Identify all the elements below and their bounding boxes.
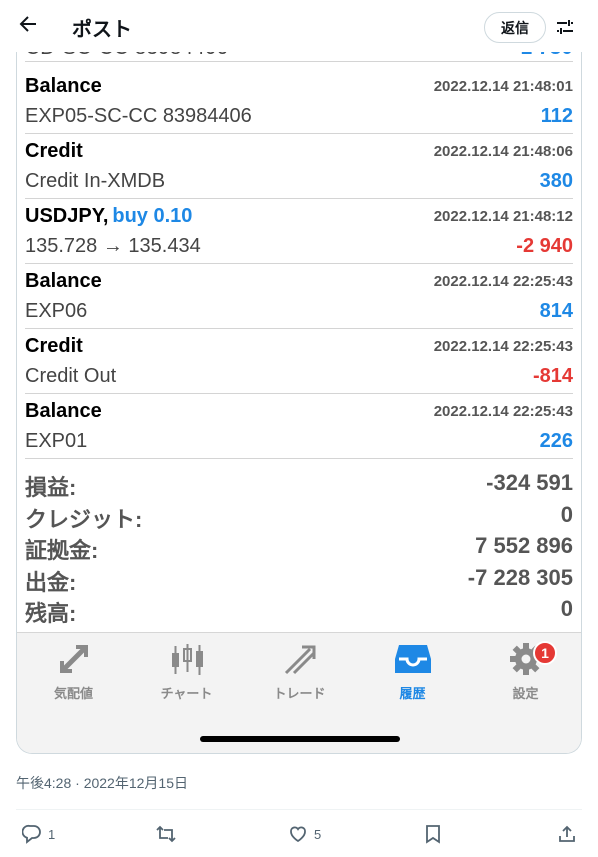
post-header: ポスト 返信 — [0, 0, 598, 52]
share-icon — [559, 825, 575, 842]
transaction-description: EXP06 — [25, 300, 88, 322]
transaction-row[interactable]: USDJPY, buy 0.10 2022.12.14 21:48:12 135.72… — [25, 199, 573, 264]
transaction-row[interactable]: Balance 2022.12.14 22:25:43 EXP01 226 — [25, 394, 573, 459]
transaction-amount: 380 — [539, 170, 573, 192]
adjust-icon[interactable] — [554, 16, 576, 38]
transaction-type-label: Balance — [25, 270, 102, 292]
tab-label: チャート — [160, 686, 213, 701]
share-action[interactable] — [557, 822, 577, 846]
transaction-timestamp: 2022.12.14 21:48:12 — [433, 208, 573, 225]
repost-action[interactable] — [155, 822, 177, 846]
transaction-description: 135.728 → 135.434 — [25, 235, 201, 257]
tab-label: 設定 — [512, 686, 539, 701]
summary-value: -7 228 305 — [467, 564, 573, 590]
tab-label: 履歴 — [399, 686, 426, 701]
order-detail: buy 0.10 — [112, 205, 193, 227]
tab-quotes[interactable]: 気配値 — [17, 641, 130, 701]
transaction-type: Balance — [25, 270, 102, 293]
settings-icon — [469, 641, 581, 677]
transaction-row[interactable]: Credit 2022.12.14 21:48:06 Credit In-XMDB 3… — [25, 134, 573, 199]
reply-action[interactable]: 1 — [22, 822, 55, 846]
summary-value: 7 552 896 — [475, 533, 573, 558]
summary-row: 証拠金: 7 552 896 — [25, 530, 573, 563]
transaction-type-label: USDJPY, — [25, 205, 109, 227]
back-arrow-icon[interactable] — [16, 12, 40, 36]
transaction-timestamp: 2022.12.14 21:48:06 — [433, 143, 573, 160]
transaction-amount: -2 940 — [516, 235, 573, 257]
transaction-description: EXP05-SC-CC 83984406 — [25, 105, 252, 127]
transaction-row[interactable]: Balance 2022.12.14 21:48:01 EXP05-SC-CC 83… — [25, 69, 573, 134]
transaction-description: EXP01 — [25, 430, 88, 452]
transaction-timestamp: 2022.12.14 22:25:43 — [433, 273, 573, 290]
transaction-row[interactable]: Credit 2022.12.14 22:25:43 Credit Out -814 — [25, 329, 573, 394]
tab-label: トレード — [273, 686, 326, 701]
tab-settings[interactable]: 設定 1 — [469, 641, 581, 701]
transaction-description: Credit In-XMDB — [25, 170, 166, 192]
summary-value: -324 591 — [486, 470, 573, 495]
post-timestamp[interactable]: 午後4:28 · 2022年12月15日 — [16, 773, 188, 793]
summary-label: 証拠金: — [25, 538, 99, 563]
tab-trade[interactable]: トレード — [243, 641, 356, 701]
summary-label: 残高: — [25, 601, 77, 626]
home-indicator — [200, 736, 400, 742]
reply-count: 1 — [48, 826, 56, 842]
transaction-type: USDJPY, buy 0.10 — [25, 205, 192, 228]
summary-value: 0 — [560, 501, 573, 527]
attached-screenshot[interactable]: CD-SC-CC 83984406 1 780 Balance2022.12.1… — [16, 0, 582, 754]
summary-row: 出金: -7 228 305 — [25, 562, 573, 595]
repost-icon — [156, 825, 176, 843]
transaction-timestamp: 2022.12.14 21:48:01 — [433, 78, 573, 95]
summary-value: 0 — [560, 596, 573, 621]
reply-button[interactable]: 返信 — [484, 12, 546, 43]
tab-label: 気配値 — [53, 686, 93, 701]
transaction-amount: 814 — [539, 300, 573, 322]
trade-icon — [243, 641, 356, 677]
transaction-description: Credit Out — [25, 365, 117, 387]
tab-history[interactable]: 履歴 — [356, 641, 469, 701]
quotes-icon — [17, 641, 130, 677]
transaction-amount: -814 — [532, 365, 573, 387]
notification-badge: 1 — [533, 641, 557, 665]
like-count: 5 — [314, 826, 322, 842]
heart-icon — [290, 826, 306, 843]
transaction-type: Credit — [25, 140, 83, 163]
history-icon — [356, 641, 469, 677]
transaction-type-label: Credit — [25, 335, 83, 357]
summary-label: 出金: — [25, 569, 77, 595]
chart-icon — [130, 641, 243, 677]
summary-row: クレジット: 0 — [25, 499, 573, 532]
bottom-tab-bar: 気配値 チャート トレード 履歴 設定 1 — [17, 632, 581, 753]
transaction-amount: 226 — [539, 430, 573, 452]
account-summary: 損益: -324 591 クレジット: 0 証拠金: 7 552 896 出金: -7 228… — [25, 467, 573, 626]
transaction-type: Balance — [25, 75, 102, 98]
bookmark-action[interactable] — [424, 822, 442, 846]
transaction-timestamp: 2022.12.14 22:25:43 — [433, 338, 573, 355]
reply-icon — [22, 824, 41, 844]
bookmark-icon — [426, 825, 440, 844]
transaction-timestamp: 2022.12.14 22:25:43 — [433, 403, 573, 420]
transaction-type: Balance — [25, 400, 102, 423]
transaction-type-label: Balance — [25, 75, 102, 97]
transaction-list: Balance 2022.12.14 21:48:01 EXP05-SC-CC 83… — [25, 69, 573, 459]
page-title: ポスト — [72, 19, 132, 41]
summary-label: クレジット: — [25, 506, 143, 532]
summary-row: 損益: -324 591 — [25, 467, 573, 500]
transaction-type: Credit — [25, 335, 83, 358]
transaction-amount: 112 — [540, 105, 573, 127]
transaction-type-label: Balance — [25, 400, 102, 422]
transaction-type-label: Credit — [25, 140, 83, 162]
post-actions: 1 5 — [0, 818, 598, 850]
summary-row: 残高: 0 — [25, 593, 573, 626]
summary-label: 損益: — [25, 475, 77, 500]
transaction-row[interactable]: Balance 2022.12.14 22:25:43 EXP06 814 — [25, 264, 573, 329]
divider — [16, 809, 582, 810]
like-action[interactable]: 5 — [288, 822, 321, 846]
tab-chart[interactable]: チャート — [130, 641, 243, 701]
